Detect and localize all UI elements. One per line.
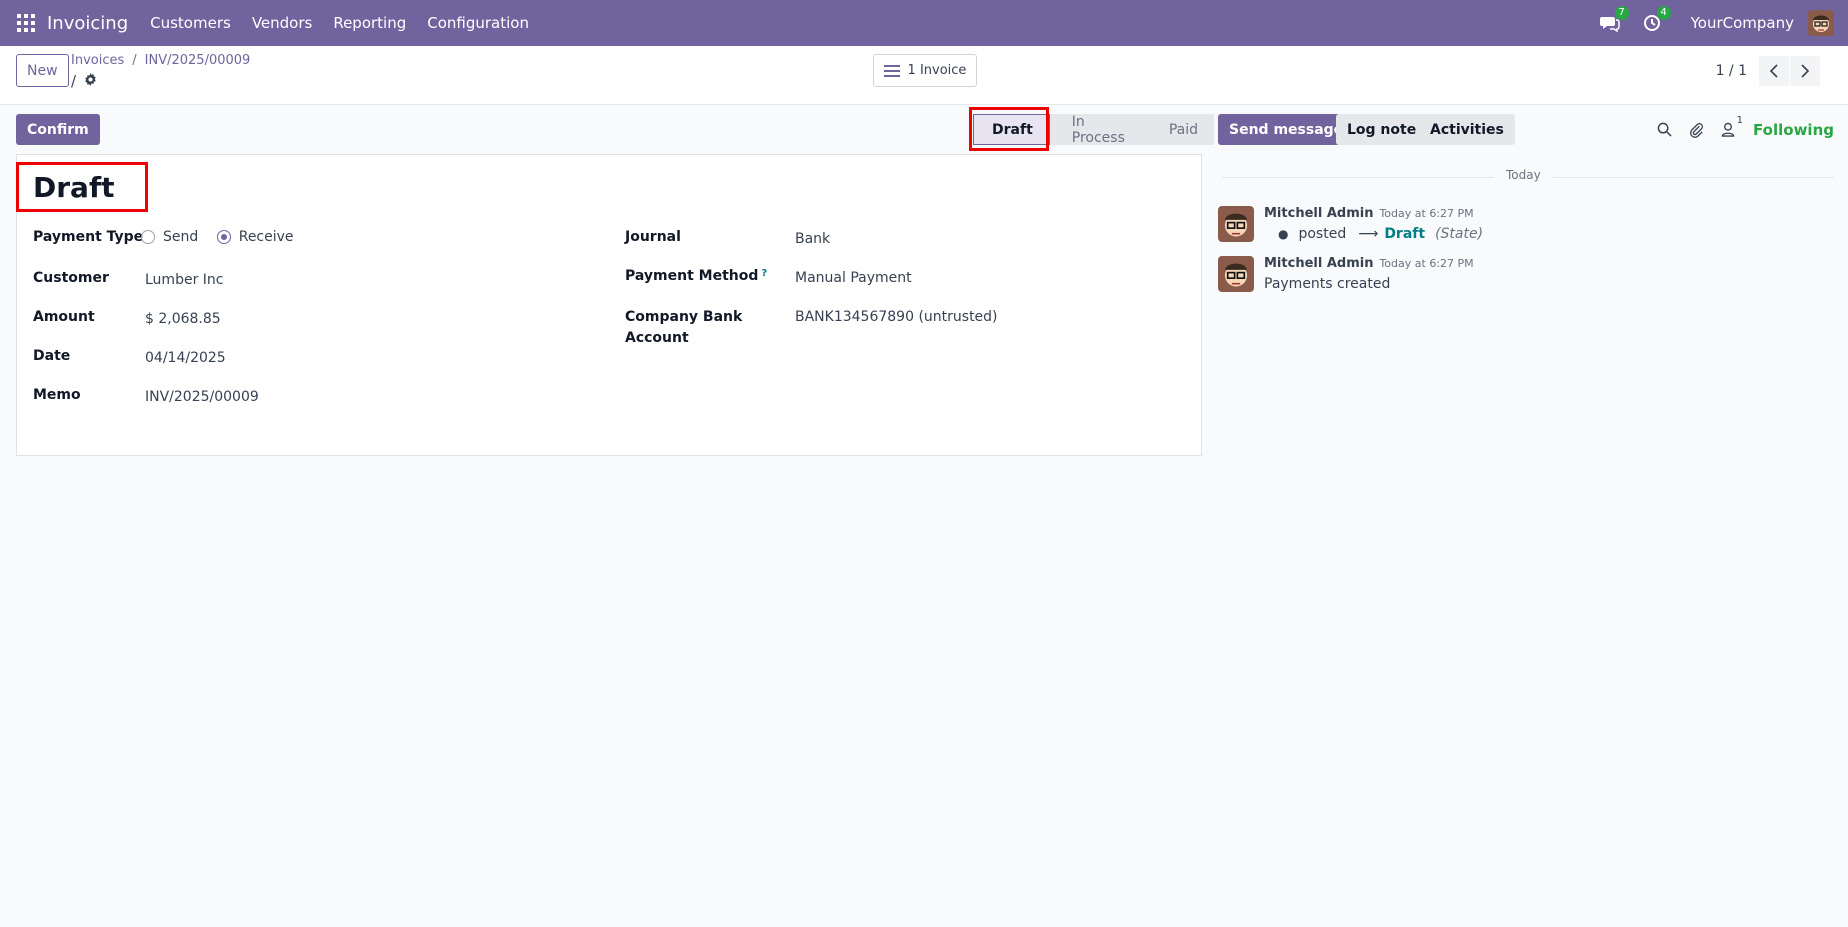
followers-count: 1 (1736, 114, 1744, 126)
control-panel: New Invoices / INV/2025/00009 / 1 Invoice … (0, 46, 1848, 105)
status-bar: Draft In Process Paid (973, 114, 1214, 146)
menu-reporting[interactable]: Reporting (333, 14, 406, 32)
customer-label: Customer (33, 270, 109, 286)
invoice-smart-label: 1 Invoice (907, 63, 967, 78)
form-header: Confirm Draft In Process Paid (0, 105, 1214, 153)
menu-vendors[interactable]: Vendors (252, 14, 313, 32)
message-time: Today at 6:27 PM (1379, 207, 1474, 220)
journal-field[interactable]: Bank (795, 231, 830, 247)
breadcrumb: Invoices / INV/2025/00009 (71, 53, 251, 68)
customer-field[interactable]: Lumber Inc (145, 272, 223, 288)
apps-menu-icon[interactable] (17, 14, 35, 32)
chatter-toolbar: 1 Following (1641, 114, 1834, 145)
user-avatar[interactable] (1808, 10, 1834, 36)
invoice-smart-button[interactable]: 1 Invoice (873, 54, 977, 87)
following-button[interactable]: Following (1753, 121, 1834, 139)
new-button[interactable]: New (16, 54, 69, 87)
payment-method-field[interactable]: Manual Payment (795, 270, 912, 286)
search-icon[interactable] (1655, 121, 1673, 139)
message-body: Payments created (1264, 276, 1391, 292)
list-icon (883, 64, 900, 77)
payment-method-label: Payment Method? (625, 268, 768, 284)
payment-type-label: Payment Type (33, 229, 144, 245)
tracking-new-value: Draft (1384, 226, 1426, 242)
date-field[interactable]: 04/14/2025 (145, 350, 226, 366)
date-separator: Today (1494, 168, 1553, 182)
message-avatar[interactable] (1218, 256, 1254, 292)
breadcrumb-invoices[interactable]: Invoices (71, 53, 124, 68)
pager-previous-icon[interactable] (1759, 55, 1789, 86)
radio-receive[interactable]: Receive (216, 229, 294, 245)
status-paid[interactable]: Paid (1146, 114, 1214, 145)
app-brand[interactable]: Invoicing (47, 13, 128, 34)
activities-clock-icon[interactable]: 4 (1641, 6, 1671, 34)
log-note-button[interactable]: Log note (1336, 114, 1428, 145)
company-switcher[interactable]: YourCompany (1691, 14, 1794, 32)
memo-label: Memo (33, 387, 81, 403)
tracking-field-name: (State) (1435, 226, 1484, 242)
pager-value[interactable]: 1 / 1 (1716, 63, 1747, 79)
date-label: Date (33, 348, 71, 364)
message-author: Mitchell Admin Today at 6:27 PM (1264, 256, 1474, 271)
radio-send[interactable]: Send (141, 229, 198, 245)
top-navbar: Invoicing Customers Vendors Reporting Co… (0, 0, 1848, 46)
arrow-right-icon: ⟶ (1358, 226, 1379, 242)
memo-field[interactable]: INV/2025/00009 (145, 389, 259, 405)
send-message-button[interactable]: Send message (1218, 114, 1355, 145)
payment-type-radio-group: Send Receive (141, 229, 308, 248)
breadcrumb-invoice-number[interactable]: INV/2025/00009 (145, 53, 251, 68)
journal-label: Journal (625, 229, 681, 245)
menu-configuration[interactable]: Configuration (427, 14, 529, 32)
message-author: Mitchell Admin Today at 6:27 PM (1264, 206, 1474, 221)
menu-customers[interactable]: Customers (150, 14, 231, 32)
current-record-name: / (71, 72, 77, 90)
current-record: / (71, 72, 97, 90)
gear-icon[interactable] (84, 72, 97, 90)
messages-icon[interactable]: 7 (1599, 6, 1629, 34)
message-avatar[interactable] (1218, 206, 1254, 242)
status-draft[interactable]: Draft (973, 114, 1050, 145)
chatter-panel: Send message Log note Activities 1 Follo… (1214, 105, 1848, 927)
messages-badge: 7 (1614, 6, 1629, 20)
paperclip-icon[interactable] (1687, 121, 1705, 139)
followers-icon[interactable]: 1 (1719, 115, 1743, 139)
form-sheet: Draft Payment Type Send Receive Customer… (16, 154, 1202, 456)
amount-label: Amount (33, 309, 95, 325)
bank-account-field[interactable]: BANK134567890 (untrusted) (795, 309, 998, 325)
status-in-process[interactable]: In Process (1049, 114, 1147, 146)
record-title: Draft (33, 171, 115, 204)
tracking-value: ● posted ⟶ Draft (State) (1278, 226, 1484, 242)
amount-field[interactable]: $ 2,068.85 (145, 311, 221, 327)
activities-button[interactable]: Activities (1419, 114, 1515, 145)
pager-next-icon[interactable] (1790, 55, 1820, 86)
message-time: Today at 6:27 PM (1379, 257, 1474, 270)
help-tooltip-icon[interactable]: ? (761, 268, 767, 279)
activities-badge: 4 (1656, 6, 1671, 20)
tracking-old-value: posted (1298, 226, 1347, 242)
pager: 1 / 1 (1716, 54, 1820, 87)
confirm-button[interactable]: Confirm (16, 114, 100, 145)
bank-account-label: Company Bank Account (625, 309, 743, 346)
